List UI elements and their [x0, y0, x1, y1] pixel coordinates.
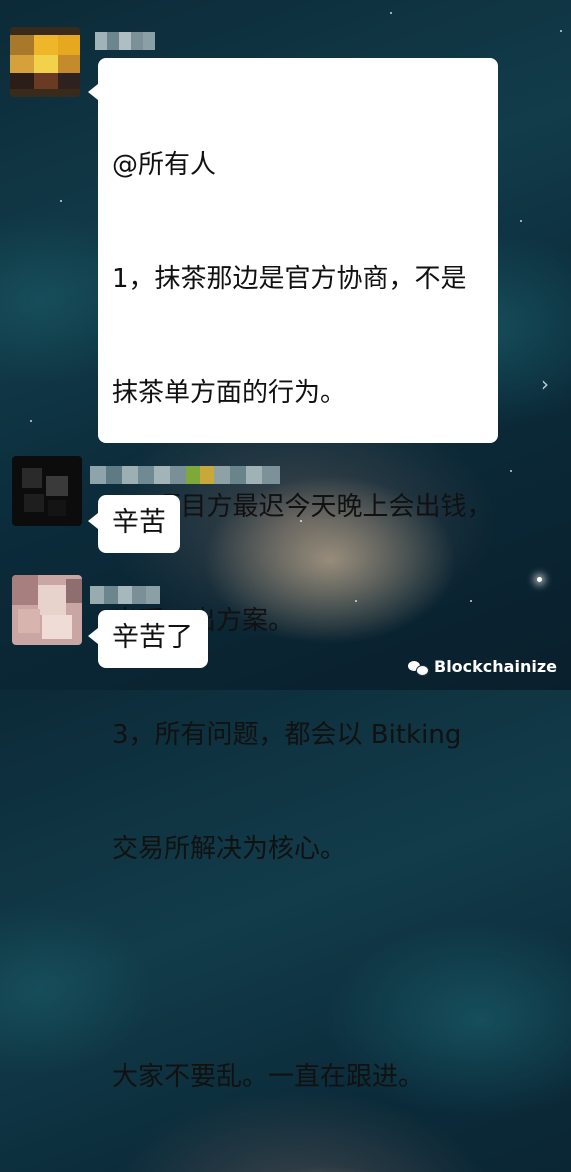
message-text: 辛苦 [112, 507, 166, 538]
message-line: @所有人 [112, 150, 217, 180]
chevron-right-icon[interactable]: › [541, 372, 549, 396]
message-line: 3，所有问题，都会以 Bitking [112, 720, 462, 750]
sender-name-blurred [90, 586, 160, 604]
sender-name-blurred [95, 32, 155, 50]
message-line: 交易所解决为核心。 [112, 834, 347, 864]
message-bubble-reply[interactable]: 辛苦了 [88, 610, 208, 668]
message-line: 大家不要乱。一直在跟进。 [112, 1062, 425, 1092]
watermark: Blockchainize [408, 657, 557, 676]
message-line: 1，抹茶那边是官方协商，不是 [112, 264, 467, 294]
sender-name-blurred [90, 466, 280, 484]
wechat-icon [408, 659, 429, 676]
sender-avatar[interactable] [12, 575, 82, 645]
watermark-text: Blockchainize [434, 657, 557, 676]
message-bubble-announcement[interactable]: @所有人 1，抹茶那边是官方协商，不是 抹茶单方面的行为。 2，项目方最迟今天晚… [88, 58, 498, 1092]
message-line: 抹茶单方面的行为。 [112, 378, 347, 408]
message-line [112, 944, 493, 982]
sender-avatar[interactable] [12, 456, 82, 526]
sender-avatar[interactable] [10, 27, 80, 97]
message-text: 辛苦了 [112, 622, 193, 653]
message-bubble-reply[interactable]: 辛苦 [88, 495, 180, 553]
